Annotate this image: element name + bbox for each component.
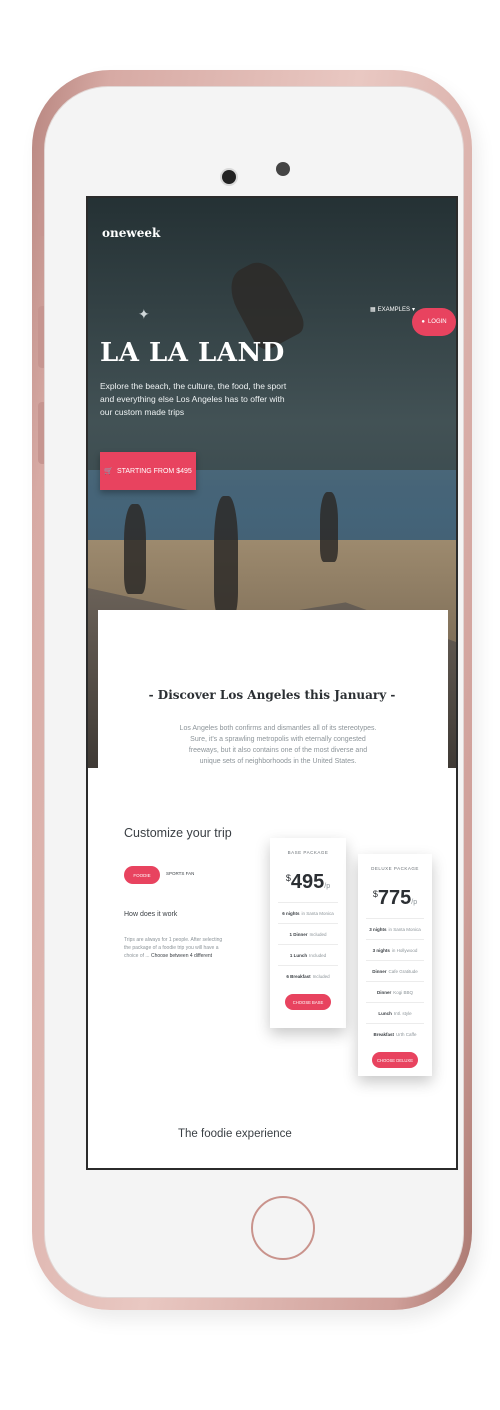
feature-detail: in Hollywood: [391, 947, 418, 953]
feature-label: 1 Lunch: [289, 952, 308, 958]
feature-label: 6 nights: [282, 910, 300, 916]
nav-examples-label: EXAMPLES: [377, 306, 411, 313]
feature-detail: in Santa Monica: [301, 910, 334, 916]
package-feature-row: 3 nights in Hollywood: [366, 939, 424, 960]
package-price: $495/p: [270, 871, 346, 894]
brand-logo[interactable]: oneweek: [102, 226, 160, 240]
discover-text: Los Angeles both confirms and dismantles…: [179, 725, 377, 765]
package-price: $775/p: [358, 887, 432, 910]
feature-label: 3 nights: [369, 926, 387, 932]
foodie-experience-title: The foodie experience: [178, 1128, 292, 1140]
feature-label: Lunch: [378, 1010, 392, 1016]
package-feature-row: 6 nights in Santa Monica: [278, 902, 338, 923]
foodie-tab[interactable]: FOODIE: [124, 866, 160, 884]
package-feature-row: Dinner Cafe Gratitude: [366, 960, 424, 981]
how-text-emphasis: Choose between 4 different: [150, 953, 213, 959]
feature-detail: Included: [309, 952, 327, 958]
hero-title: LA LA LAND: [100, 338, 285, 368]
price-unit: /p: [411, 899, 418, 906]
feature-detail: Urth Caffe: [396, 1031, 417, 1037]
package-feature-row: Breakfast Urth Caffe: [366, 1023, 424, 1044]
choose-deluxe-button[interactable]: CHOOSE DELUXE: [372, 1052, 418, 1068]
feature-detail: Included: [309, 931, 327, 937]
cart-icon: 🛒: [104, 468, 113, 475]
feature-label: Dinner: [372, 968, 387, 974]
base-package-card: BASE PACKAGE $495/p 6 nights in Santa Mon…: [270, 838, 346, 1028]
feature-label: 6 Breakfast: [286, 973, 311, 979]
login-button[interactable]: ● LOGIN: [412, 308, 456, 336]
feature-label: 3 nights: [372, 947, 390, 953]
customize-title: Customize your trip: [124, 826, 232, 840]
user-icon: ●: [421, 319, 425, 325]
bird-icon: ✦: [138, 306, 150, 322]
hero-person-figure: [124, 504, 146, 594]
feature-detail: Cafe Gratitude: [388, 968, 418, 974]
package-name: DELUXE PACKAGE: [371, 866, 419, 871]
home-button[interactable]: [251, 1196, 315, 1260]
starting-price-button[interactable]: 🛒 STARTING FROM $495: [100, 452, 196, 490]
feature-detail: Included: [312, 973, 330, 979]
front-camera: [222, 170, 236, 184]
sports-fan-tab[interactable]: SPORTS FAN: [166, 871, 194, 876]
package-feature-row: Dinner Kogi BBQ: [366, 981, 424, 1002]
feature-detail: in Santa Monica: [388, 926, 421, 932]
currency-symbol: $: [285, 873, 291, 883]
how-it-works-text: Trips are always for 1 people. After sel…: [124, 936, 229, 976]
login-label: LOGIN: [427, 319, 447, 325]
feature-label: Breakfast: [373, 1031, 395, 1037]
package-feature-row: Lunch Intl. style: [366, 1002, 424, 1023]
phone-screen: ✦ oneweek ▦ EXAMPLES ▾ ● LOGIN LA LA LAN…: [86, 196, 458, 1170]
currency-symbol: $: [372, 889, 378, 899]
how-it-works-title: How does it work: [124, 911, 178, 918]
starting-price-label: STARTING FROM $495: [116, 467, 192, 475]
price-value: 495: [290, 871, 325, 893]
price-value: 775: [377, 887, 412, 909]
nav-examples[interactable]: ▦ EXAMPLES ▾: [370, 306, 415, 314]
discover-title: - Discover Los Angeles this January -: [148, 688, 396, 702]
package-name: BASE PACKAGE: [287, 850, 329, 855]
package-feature-row: 3 nights in Santa Monica: [366, 918, 424, 939]
package-feature-row: 6 Breakfast Included: [278, 965, 338, 986]
feature-detail: Kogi BBQ: [393, 989, 414, 995]
feature-label: Dinner: [376, 989, 392, 995]
deluxe-package-card: DELUXE PACKAGE $775/p 3 nights in Santa M…: [358, 854, 432, 1076]
package-feature-row: 1 Lunch Included: [278, 944, 338, 965]
feature-detail: Intl. style: [393, 1010, 412, 1016]
price-unit: /p: [324, 883, 331, 890]
book-icon: ▦: [370, 307, 376, 313]
feature-label: 1 Dinner: [289, 931, 308, 937]
hero-description: Explore the beach, the culture, the food…: [100, 381, 287, 417]
hero-person-figure: [320, 492, 338, 562]
speaker: [276, 162, 290, 176]
choose-base-button[interactable]: CHOOSE BASE: [285, 994, 331, 1010]
package-feature-row: 1 Dinner Included: [278, 923, 338, 944]
hero-person-figure: [214, 496, 238, 616]
